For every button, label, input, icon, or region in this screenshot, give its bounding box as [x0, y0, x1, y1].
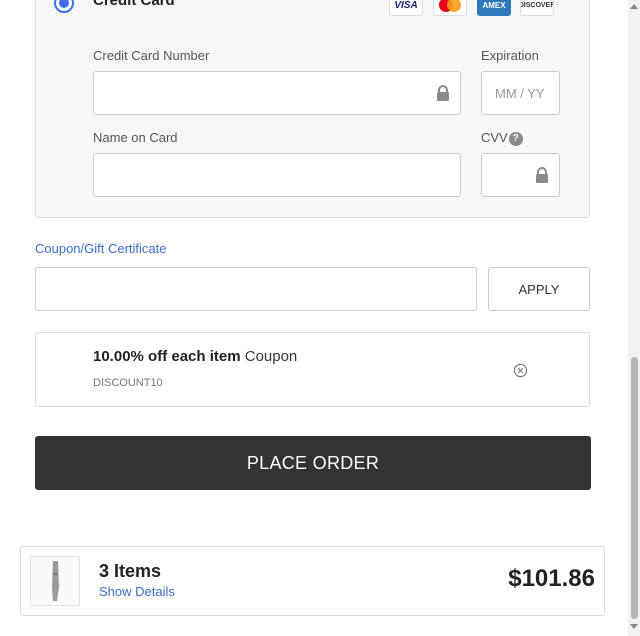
discover-logo-icon: DISCOVER — [520, 0, 554, 16]
credit-card-label: Credit Card — [93, 0, 175, 9]
coupon-gift-certificate-link[interactable]: Coupon/Gift Certificate — [35, 241, 167, 256]
item-count: 3 Items — [99, 561, 162, 581]
expiration-label: Expiration — [481, 48, 539, 63]
show-details-link[interactable]: Show Details — [99, 584, 175, 599]
order-total: $101.86 — [508, 565, 595, 592]
scroll-down-arrow-icon[interactable] — [630, 624, 638, 629]
name-on-card-label: Name on Card — [93, 130, 178, 145]
mastercard-logo-icon — [433, 0, 467, 16]
coupon-code: DISCOUNT10 — [93, 377, 163, 389]
visa-logo-icon: VISA — [389, 0, 423, 16]
remove-coupon-icon[interactable] — [513, 363, 528, 378]
coupon-discount-text: 10.00% off each item — [93, 348, 241, 365]
lock-icon — [536, 167, 548, 183]
applied-coupon-card — [35, 332, 590, 407]
knife-image-icon — [52, 561, 59, 601]
apply-coupon-button[interactable]: APPLY — [488, 267, 590, 311]
page-scrollbar[interactable] — [628, 0, 640, 636]
amex-logo-icon: AMEX — [477, 0, 511, 16]
lock-icon — [437, 85, 449, 101]
help-icon[interactable]: ? — [508, 131, 523, 146]
cvv-label-row: CVV? — [481, 130, 523, 146]
name-on-card-input[interactable] — [93, 153, 461, 197]
card-number-label: Credit Card Number — [93, 48, 210, 63]
scroll-up-arrow-icon[interactable] — [630, 4, 638, 9]
scrollbar-thumb[interactable] — [631, 357, 638, 619]
cvv-label: CVV — [481, 130, 508, 145]
coupon-input[interactable] — [35, 267, 477, 311]
product-thumbnail — [30, 556, 80, 606]
place-order-button[interactable]: PLACE ORDER — [35, 436, 591, 490]
applied-coupon-title: 10.00% off each item Coupon — [93, 348, 297, 365]
expiration-placeholder: MM / YY — [495, 86, 545, 101]
coupon-type-text: Coupon — [240, 348, 298, 365]
card-number-input[interactable] — [93, 71, 461, 115]
